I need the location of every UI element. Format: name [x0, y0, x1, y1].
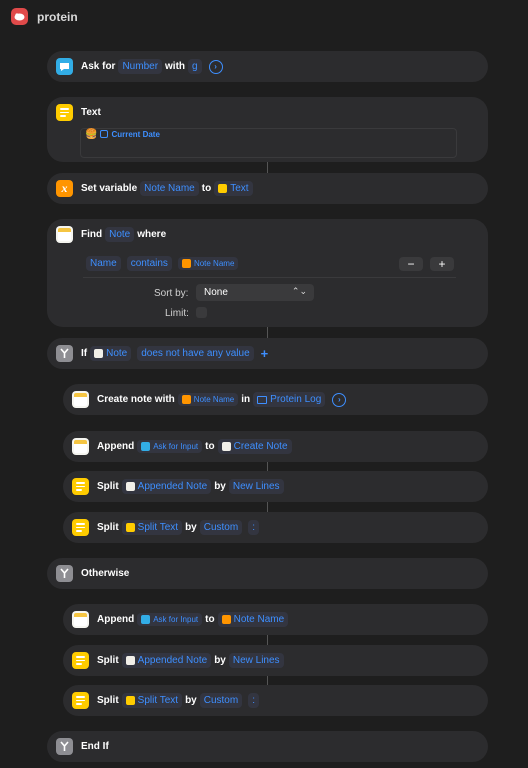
separator-param[interactable]: New Lines [228, 479, 284, 494]
connector [267, 162, 268, 173]
expand-chevron-icon[interactable]: › [332, 392, 347, 407]
variable-icon: x [56, 180, 73, 197]
text-mini-icon [125, 523, 135, 532]
end-if-label: End If [81, 741, 109, 752]
custom-separator-param[interactable]: : [248, 693, 259, 708]
note-mini-icon [125, 482, 135, 491]
action-verb: Set variable [81, 183, 138, 194]
input-type-param[interactable]: Number [118, 59, 163, 74]
note-mini-icon [94, 349, 104, 358]
custom-separator-param[interactable]: : [248, 520, 259, 535]
action-title: Text [81, 107, 101, 118]
shortcut-title: protein [37, 10, 78, 24]
variable-mini-icon [221, 615, 231, 624]
notes-icon [72, 438, 89, 455]
separator-param[interactable]: Custom [199, 520, 243, 535]
add-condition-button[interactable]: + [261, 346, 269, 361]
limit-checkbox[interactable] [196, 307, 207, 318]
variable-name-param[interactable]: Note Name [140, 181, 199, 196]
split-input-param[interactable]: Split Text [121, 693, 183, 708]
action-verb: If [81, 348, 88, 359]
expand-chevron-icon[interactable]: › [208, 59, 223, 74]
append-target-param[interactable]: Note Name [217, 612, 289, 627]
limit-label: Limit: [165, 308, 189, 319]
updown-chevron-icon: ⌃⌄ [291, 286, 307, 296]
append-text-param[interactable]: Ask for Input [137, 440, 203, 453]
burger-emoji: 🍔 [85, 128, 98, 140]
text-icon [72, 519, 89, 536]
in-label: in [241, 394, 251, 405]
action-verb: Append [97, 614, 135, 625]
prompt-param[interactable]: g [188, 59, 202, 74]
separator-param[interactable]: New Lines [228, 653, 284, 668]
connector [267, 501, 268, 512]
filter-operator[interactable]: contains [126, 256, 172, 271]
remove-filter-button[interactable]: − [399, 257, 423, 271]
by-label: by [185, 522, 197, 533]
text-icon [72, 652, 89, 669]
note-body-param[interactable]: Note Name [177, 393, 239, 406]
notes-icon [72, 611, 89, 628]
action-verb: Find [81, 229, 103, 240]
text-mini-icon [125, 696, 135, 705]
filter-field[interactable]: Name [86, 256, 121, 271]
where-label: where [137, 229, 167, 240]
to-label: to [205, 441, 215, 452]
text-icon [72, 692, 89, 709]
filter-value[interactable]: Note Name [177, 257, 239, 270]
action-verb: Split [97, 695, 119, 706]
variable-mini-icon [181, 395, 191, 404]
if-input-param[interactable]: Note [90, 346, 132, 361]
append-text-param[interactable]: Ask for Input [137, 613, 203, 626]
by-label: by [214, 481, 226, 492]
ask-input-icon [56, 58, 73, 75]
text-icon [56, 104, 73, 121]
to-label: to [201, 183, 212, 194]
action-verb: Append [97, 441, 135, 452]
branch-icon [56, 565, 73, 582]
action-verb: Create note with [97, 394, 175, 405]
add-filter-button[interactable]: + [430, 257, 454, 271]
variable-mini-icon [181, 259, 191, 268]
action-verb: Ask for [81, 61, 116, 72]
action-verb: Split [97, 522, 119, 533]
app-icon [11, 8, 28, 25]
value-param[interactable]: Text [214, 181, 253, 196]
condition-param[interactable]: does not have any value [137, 346, 254, 361]
note-mini-icon [221, 442, 231, 451]
branch-icon [56, 345, 73, 362]
otherwise-label: Otherwise [81, 568, 130, 579]
to-label: to [205, 614, 215, 625]
split-input-param[interactable]: Split Text [121, 520, 183, 535]
connector [267, 634, 268, 645]
action-verb: Split [97, 481, 119, 492]
folder-icon [257, 395, 268, 404]
ask-input-mini-icon [141, 615, 151, 624]
by-label: by [214, 655, 226, 666]
connector [267, 327, 268, 338]
split-input-param[interactable]: Appended Note [121, 479, 212, 494]
separator-param[interactable]: Custom [199, 693, 243, 708]
action-end-if[interactable] [47, 731, 488, 762]
text-icon [72, 478, 89, 495]
action-verb: Split [97, 655, 119, 666]
sort-by-value: None [204, 287, 228, 298]
split-input-param[interactable]: Appended Note [121, 653, 212, 668]
current-date-variable[interactable]: Current Date [111, 130, 159, 139]
branch-icon [56, 738, 73, 755]
with-label: with [165, 61, 186, 72]
sort-by-label: Sort by: [154, 288, 189, 299]
by-label: by [185, 695, 197, 706]
notes-icon [56, 226, 73, 243]
folder-param[interactable]: Protein Log [253, 392, 326, 407]
append-target-param[interactable]: Create Note [217, 439, 292, 454]
calendar-icon [100, 130, 109, 138]
text-mini-icon [218, 184, 228, 193]
entity-param[interactable]: Note [105, 227, 135, 242]
sort-by-select[interactable]: None ⌃⌄ [196, 284, 314, 301]
ask-input-mini-icon [141, 442, 151, 451]
note-mini-icon [125, 656, 135, 665]
notes-icon [72, 391, 89, 408]
